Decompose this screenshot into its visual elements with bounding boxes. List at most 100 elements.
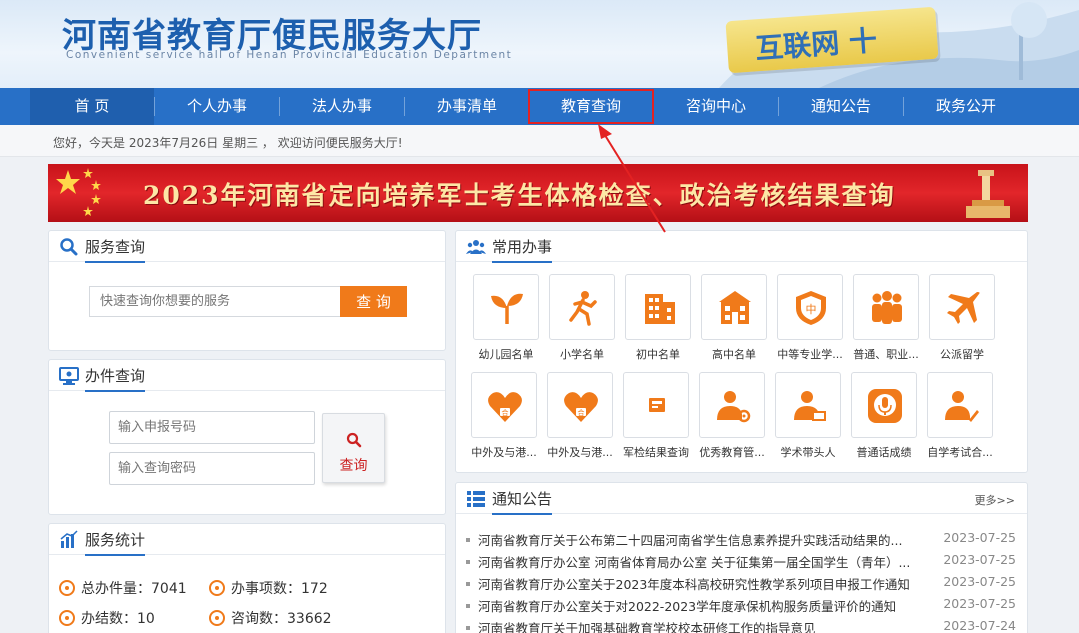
tile-box [623, 372, 689, 438]
sprout-icon [491, 293, 523, 324]
notice-item[interactable]: 河南省教育厅关于公布第二十四届河南省学生信息素养提升实践活动结果的... 2023… [466, 530, 1016, 549]
application-code-input[interactable] [109, 411, 315, 444]
running-kid-icon [569, 291, 597, 326]
tile-cooperation-2[interactable]: 合 中外及与港... [545, 372, 615, 460]
tile-military-check[interactable]: 军检结果查询 [621, 372, 691, 460]
panel-header: 常用办事 [456, 231, 1027, 263]
panel-title: 通知公告 [492, 488, 553, 515]
microphone-icon [868, 389, 902, 423]
promo-banner[interactable]: 2023年河南省定向培养军士考生体格检查、政治考核结果查询 [48, 164, 1028, 222]
panel-header: 办件查询 [49, 360, 445, 392]
service-search-input[interactable] [89, 286, 341, 317]
stat-done-count: 办结数：10 [59, 608, 155, 628]
tile-self-study-exam[interactable]: 自学考试合... [925, 372, 995, 460]
panel-title: 办件查询 [85, 365, 146, 392]
service-search-button[interactable]: 查 询 [340, 286, 407, 317]
school-icon [719, 291, 751, 324]
tile-excellent-mgmt[interactable]: 优秀教育管... [697, 372, 767, 460]
certificate-icon [649, 398, 665, 412]
tile-label: 自学考试合... [927, 446, 993, 459]
list-icon [467, 491, 485, 507]
handshake-heart-icon: 合 [564, 392, 598, 422]
tile-box [699, 372, 765, 438]
people-icon [466, 240, 486, 254]
query-password-input[interactable] [109, 452, 315, 485]
tile-label: 中等专业学... [777, 348, 843, 361]
panel-title: 服务统计 [85, 529, 146, 556]
tile-box [851, 372, 917, 438]
tile-box [927, 372, 993, 438]
panel-header: 服务查询 [49, 231, 445, 263]
tile-label: 优秀教育管... [699, 446, 765, 459]
person-pen-icon [945, 391, 979, 422]
tile-box: 合 [471, 372, 537, 438]
tile-general-vocational[interactable]: 普通、职业... [851, 274, 921, 362]
tile-label: 小学名单 [560, 348, 604, 361]
stat-consult-count: 咨询数：33662 [209, 608, 332, 628]
tile-box: 合 [547, 372, 613, 438]
tile-junior-high[interactable]: 初中名单 [623, 274, 693, 362]
tile-label: 公派留学 [940, 348, 984, 361]
nav-corporate[interactable]: 法人办事 [280, 88, 404, 125]
common-services-panel: 常用办事 幼儿园名单 小学名单 初中名单 高中名单 中 中等专业学... 普通、… [455, 230, 1028, 473]
nav-home[interactable]: 首 页 [30, 88, 154, 125]
nav-gov-affairs[interactable]: 政务公开 [904, 88, 1028, 125]
monitor-icon [59, 367, 79, 385]
nav-consult-center[interactable]: 咨询中心 [654, 88, 778, 125]
tile-senior-high[interactable]: 高中名单 [699, 274, 769, 362]
tile-vocational[interactable]: 中 中等专业学... [775, 274, 845, 362]
service-search-panel: 服务查询 查 询 [48, 230, 446, 351]
greeting-bar: 您好，今天是 2023年7月26日 星期三 ， 欢迎访问便民服务大厅! [0, 125, 1079, 157]
tile-label: 中外及与港... [471, 446, 537, 459]
bullet-icon [466, 582, 470, 586]
stat-icon [209, 580, 225, 596]
airplane-icon [947, 292, 980, 324]
svg-text:中: 中 [806, 303, 817, 316]
tile-box: 中 [777, 274, 843, 340]
tile-box [473, 274, 539, 340]
svg-text:合: 合 [578, 408, 585, 417]
panel-title: 服务查询 [85, 236, 146, 263]
panel-title: 常用办事 [492, 236, 553, 263]
tile-primary-school[interactable]: 小学名单 [547, 274, 617, 362]
tile-cooperation-1[interactable]: 合 中外及与港... [469, 372, 539, 460]
more-link[interactable]: 更多>> [975, 492, 1015, 508]
tile-label: 普通话成绩 [856, 446, 912, 459]
tile-label: 高中名单 [712, 348, 756, 361]
panel-header: 通知公告 更多>> [456, 483, 1027, 515]
internet-plus-text: 互联网 十 [754, 23, 879, 66]
bar-chart-icon [60, 530, 78, 548]
tile-box [701, 274, 767, 340]
tile-mandarin-score[interactable]: 普通话成绩 [849, 372, 919, 460]
tile-study-abroad[interactable]: 公派留学 [927, 274, 997, 362]
group-icon [872, 291, 902, 324]
notice-item[interactable]: 河南省教育厅办公室关于对2022-2023学年度承保机构服务质量评价的通知 202… [466, 596, 1016, 615]
notice-item[interactable]: 河南省教育厅办公室关于2023年度本科高校研究性教学系列项目申报工作通知 2023… [466, 574, 1016, 593]
case-query-panel: 办件查询 查询 [48, 359, 446, 515]
nav-notices[interactable]: 通知公告 [779, 88, 903, 125]
nav-personal[interactable]: 个人办事 [155, 88, 279, 125]
tile-academic-leader[interactable]: 学术带头人 [773, 372, 843, 460]
person-gear-icon [717, 391, 751, 423]
stat-item-count: 办事项数：172 [209, 578, 328, 598]
tile-label: 军检结果查询 [623, 446, 689, 459]
notice-panel: 通知公告 更多>> 河南省教育厅关于公布第二十四届河南省学生信息素养提升实践活动… [455, 482, 1028, 633]
notice-item[interactable]: 河南省教育厅关于加强基础教育学校校本研修工作的指导意见 2023-07-24 [466, 618, 1016, 633]
tile-box [775, 372, 841, 438]
person-book-icon [794, 391, 826, 421]
case-query-button[interactable]: 查询 [322, 413, 385, 483]
bullet-icon [466, 604, 470, 608]
greeting-text: 您好，今天是 2023年7月26日 星期三 ， 欢迎访问便民服务大厅! [53, 136, 403, 150]
stat-icon [209, 610, 225, 626]
svg-text:合: 合 [502, 408, 509, 417]
service-stats-panel: 服务统计 总办件量：7041 办事项数：172 办结数：10 咨询数：33662 [48, 523, 446, 633]
tile-box [625, 274, 691, 340]
notice-item[interactable]: 河南省教育厅办公室 河南省体育局办公室 关于征集第一届全国学生（青年）... 20… [466, 552, 1016, 571]
nav-highlight-box [528, 89, 654, 124]
tile-label: 学术带头人 [780, 446, 836, 459]
shield-icon: 中 [796, 291, 826, 325]
tile-kindergarten[interactable]: 幼儿园名单 [471, 274, 541, 362]
tile-label: 幼儿园名单 [478, 348, 534, 361]
bullet-icon [466, 560, 470, 564]
nav-service-list[interactable]: 办事清单 [405, 88, 529, 125]
